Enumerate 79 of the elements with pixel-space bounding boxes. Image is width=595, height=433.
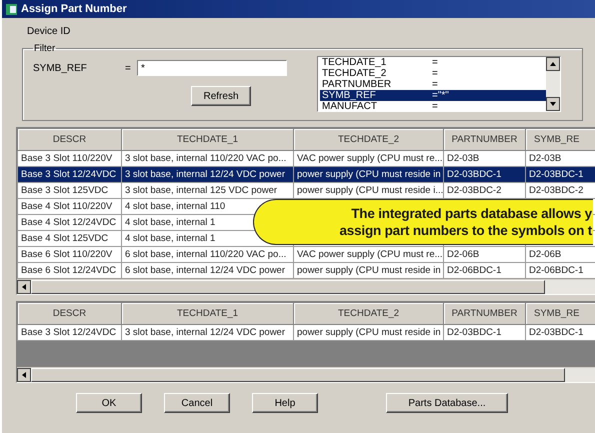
window-title: Assign Part Number	[21, 3, 127, 15]
table-row[interactable]: Base 3 Slot 110/220V 3 slot base, internal 110/220 VAC po... VAC power supply (CPU must re... D2-03B D2-03B	[18, 150, 595, 166]
table-cell: 3 slot base, internal 12/24 VDC power	[125, 169, 286, 180]
column-header[interactable]: TECHDATE_1	[122, 128, 294, 150]
table-cell: 4 slot base, internal 1	[125, 233, 216, 244]
table-cell: D2-03BDC-2	[447, 185, 502, 196]
condition-item[interactable]: PARTNUMBER =	[320, 79, 546, 90]
table-cell: D2-03BDC-1	[447, 169, 502, 180]
scroll-left-icon[interactable]	[17, 280, 31, 294]
table-cell: Base 4 Slot 110/220V	[21, 201, 112, 212]
table-row[interactable]: Base 3 Slot 12/24VDC 3 slot base, internal 12/24 VDC power power supply (CPU must reside in D2-03BDC-1 D2-03BDC-1	[18, 324, 595, 340]
column-header[interactable]: PARTNUMBER	[444, 128, 526, 150]
table-cell: 4 slot base, internal 1	[125, 217, 216, 228]
refresh-button[interactable]: Refresh	[191, 86, 251, 106]
table-cell: 3 slot base, internal 110/220 VAC po...	[125, 153, 286, 164]
table-cell: VAC power supply (CPU must re...	[297, 153, 443, 164]
table-cell: Base 6 Slot 110/220V	[21, 249, 112, 260]
table-row[interactable]: Base 3 Slot 125VDC 3 slot base, internal 125 VDC power power supply (CPU must reside i... D2-03BDC-2 D2-03BDC-2	[18, 182, 595, 198]
dialog-button[interactable]: Parts Database...	[386, 393, 508, 413]
table-cell: D2-03BDC-1	[529, 327, 584, 338]
table-cell: 3 slot base, internal 125 VDC power	[125, 185, 278, 196]
table-cell: power supply (CPU must reside in	[297, 265, 441, 276]
table-cell: power supply (CPU must reside i...	[297, 185, 444, 196]
column-header[interactable]: TECHDATE_2	[294, 128, 444, 150]
table-cell: 6 slot base, internal 12/24 VDC power	[125, 265, 286, 276]
dialog-button[interactable]: Cancel	[164, 393, 230, 413]
app-icon	[6, 4, 17, 14]
column-header[interactable]: DESCR	[18, 128, 122, 150]
table-cell: D2-03BDC-1	[529, 169, 584, 180]
filter-input[interactable]: *	[137, 60, 287, 76]
dialog-button[interactable]: Help	[252, 393, 318, 413]
table-cell: D2-06BDC-1	[447, 265, 502, 276]
equals-sign: =	[125, 62, 132, 74]
table-cell: Base 3 Slot 125VDC	[21, 185, 108, 196]
vertical-scrollbar[interactable]	[546, 57, 560, 111]
scroll-up-icon[interactable]	[546, 57, 560, 71]
table-cell: power supply (CPU must reside in	[297, 327, 441, 338]
table-cell: Base 6 Slot 12/24VDC	[21, 265, 116, 276]
table-cell: 4 slot base, internal 110	[125, 201, 226, 212]
condition-item[interactable]: SYMB_REF ="*"	[320, 90, 546, 101]
conditions-listbox[interactable]: TECHDATE_1 = TECHDATE_2 = PARTNUMBER = SYMB_REF ="*" MANUFACT =	[317, 56, 561, 112]
column-header[interactable]: SYMB_RE	[526, 302, 595, 324]
callout-text: The integrated parts database allows y	[351, 205, 592, 222]
table-cell: VAC power supply (CPU must re...	[297, 249, 443, 260]
column-header[interactable]: SYMB_RE	[526, 128, 595, 150]
dialog-button[interactable]: OK	[76, 393, 142, 413]
table-cell: D2-03B	[529, 153, 562, 164]
column-header[interactable]: TECHDATE_2	[294, 302, 444, 324]
table-cell: power supply (CPU must reside in	[297, 169, 441, 180]
scroll-thumb[interactable]	[31, 280, 545, 294]
table-row[interactable]: Base 3 Slot 12/24VDC 3 slot base, internal 12/24 VDC power power supply (CPU must reside in D2-03BDC-1 D2-03BDC-1	[18, 166, 595, 182]
table-cell: Base 3 Slot 12/24VDC	[21, 169, 116, 180]
table-row[interactable]: Base 6 Slot 110/220V 6 slot base, internal 110/220 VAC po... VAC power supply (CPU must re... D2-06B D2-06B	[18, 246, 595, 262]
scroll-left-icon[interactable]	[17, 368, 31, 382]
column-header[interactable]: DESCR	[18, 302, 122, 324]
table-cell: D2-06BDC-1	[529, 265, 584, 276]
column-header[interactable]: TECHDATE_1	[122, 302, 294, 324]
table-cell: Base 4 Slot 12/24VDC	[21, 217, 116, 228]
table-row[interactable]: Base 6 Slot 12/24VDC 6 slot base, internal 12/24 VDC power power supply (CPU must reside in D2-06BDC-1 D2-06BDC-1	[18, 262, 595, 278]
scroll-down-icon[interactable]	[546, 97, 560, 111]
condition-item[interactable]: TECHDATE_1 =	[320, 57, 546, 68]
column-header[interactable]: PARTNUMBER	[444, 302, 526, 324]
table-cell: Base 3 Slot 110/220V	[21, 153, 112, 164]
condition-item[interactable]: TECHDATE_2 =	[320, 68, 546, 79]
table-cell: D2-03B	[447, 153, 480, 164]
table-cell: D2-03BDC-2	[529, 185, 584, 196]
condition-item[interactable]: MANUFACT =	[320, 101, 546, 111]
table-cell: D2-06B	[447, 249, 480, 260]
table-cell: Base 3 Slot 12/24VDC	[21, 327, 116, 338]
horizontal-scrollbar[interactable]	[17, 279, 595, 294]
table-cell: D2-06B	[529, 249, 562, 260]
callout-text: assign part numbers to the symbols on t	[340, 222, 592, 239]
table-cell: Base 4 Slot 125VDC	[21, 233, 108, 244]
table-cell: 6 slot base, internal 110/220 VAC po...	[125, 249, 286, 260]
table-cell: D2-03BDC-1	[447, 327, 502, 338]
device-id-label: Device ID	[26, 25, 72, 39]
table-cell: 3 slot base, internal 12/24 VDC power	[125, 327, 286, 338]
field-label: SYMB_REF	[33, 62, 88, 74]
filter-title: Filter	[33, 43, 56, 54]
